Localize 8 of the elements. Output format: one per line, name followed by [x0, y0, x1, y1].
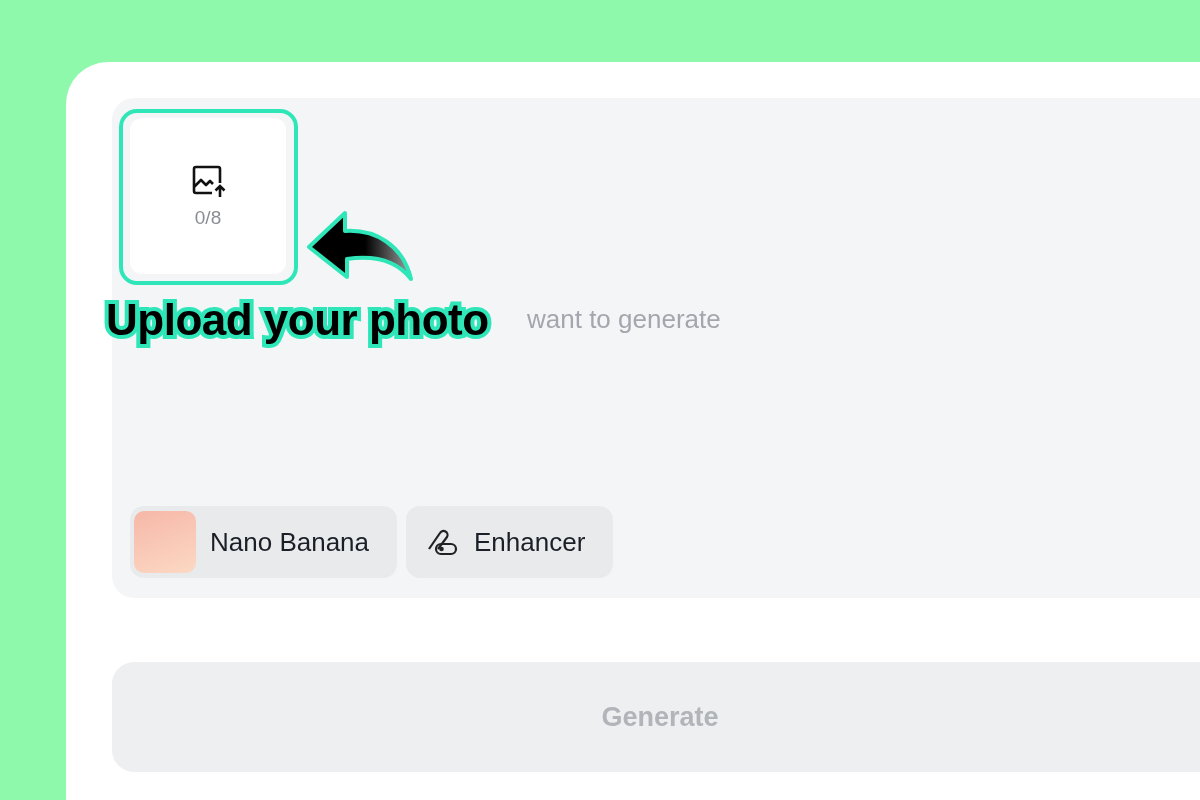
tool-chip[interactable]: Enhancer: [406, 506, 614, 578]
model-chip[interactable]: Nano Banana: [130, 506, 398, 578]
upload-count: 0/8: [194, 207, 222, 229]
upload-tile[interactable]: 0/8: [130, 118, 286, 274]
callout-text: Upload your photo: [106, 295, 489, 345]
prompt-placeholder[interactable]: want to generate: [527, 304, 721, 334]
photo-placeholder: [134, 511, 196, 573]
image-upload-icon: [190, 163, 226, 199]
